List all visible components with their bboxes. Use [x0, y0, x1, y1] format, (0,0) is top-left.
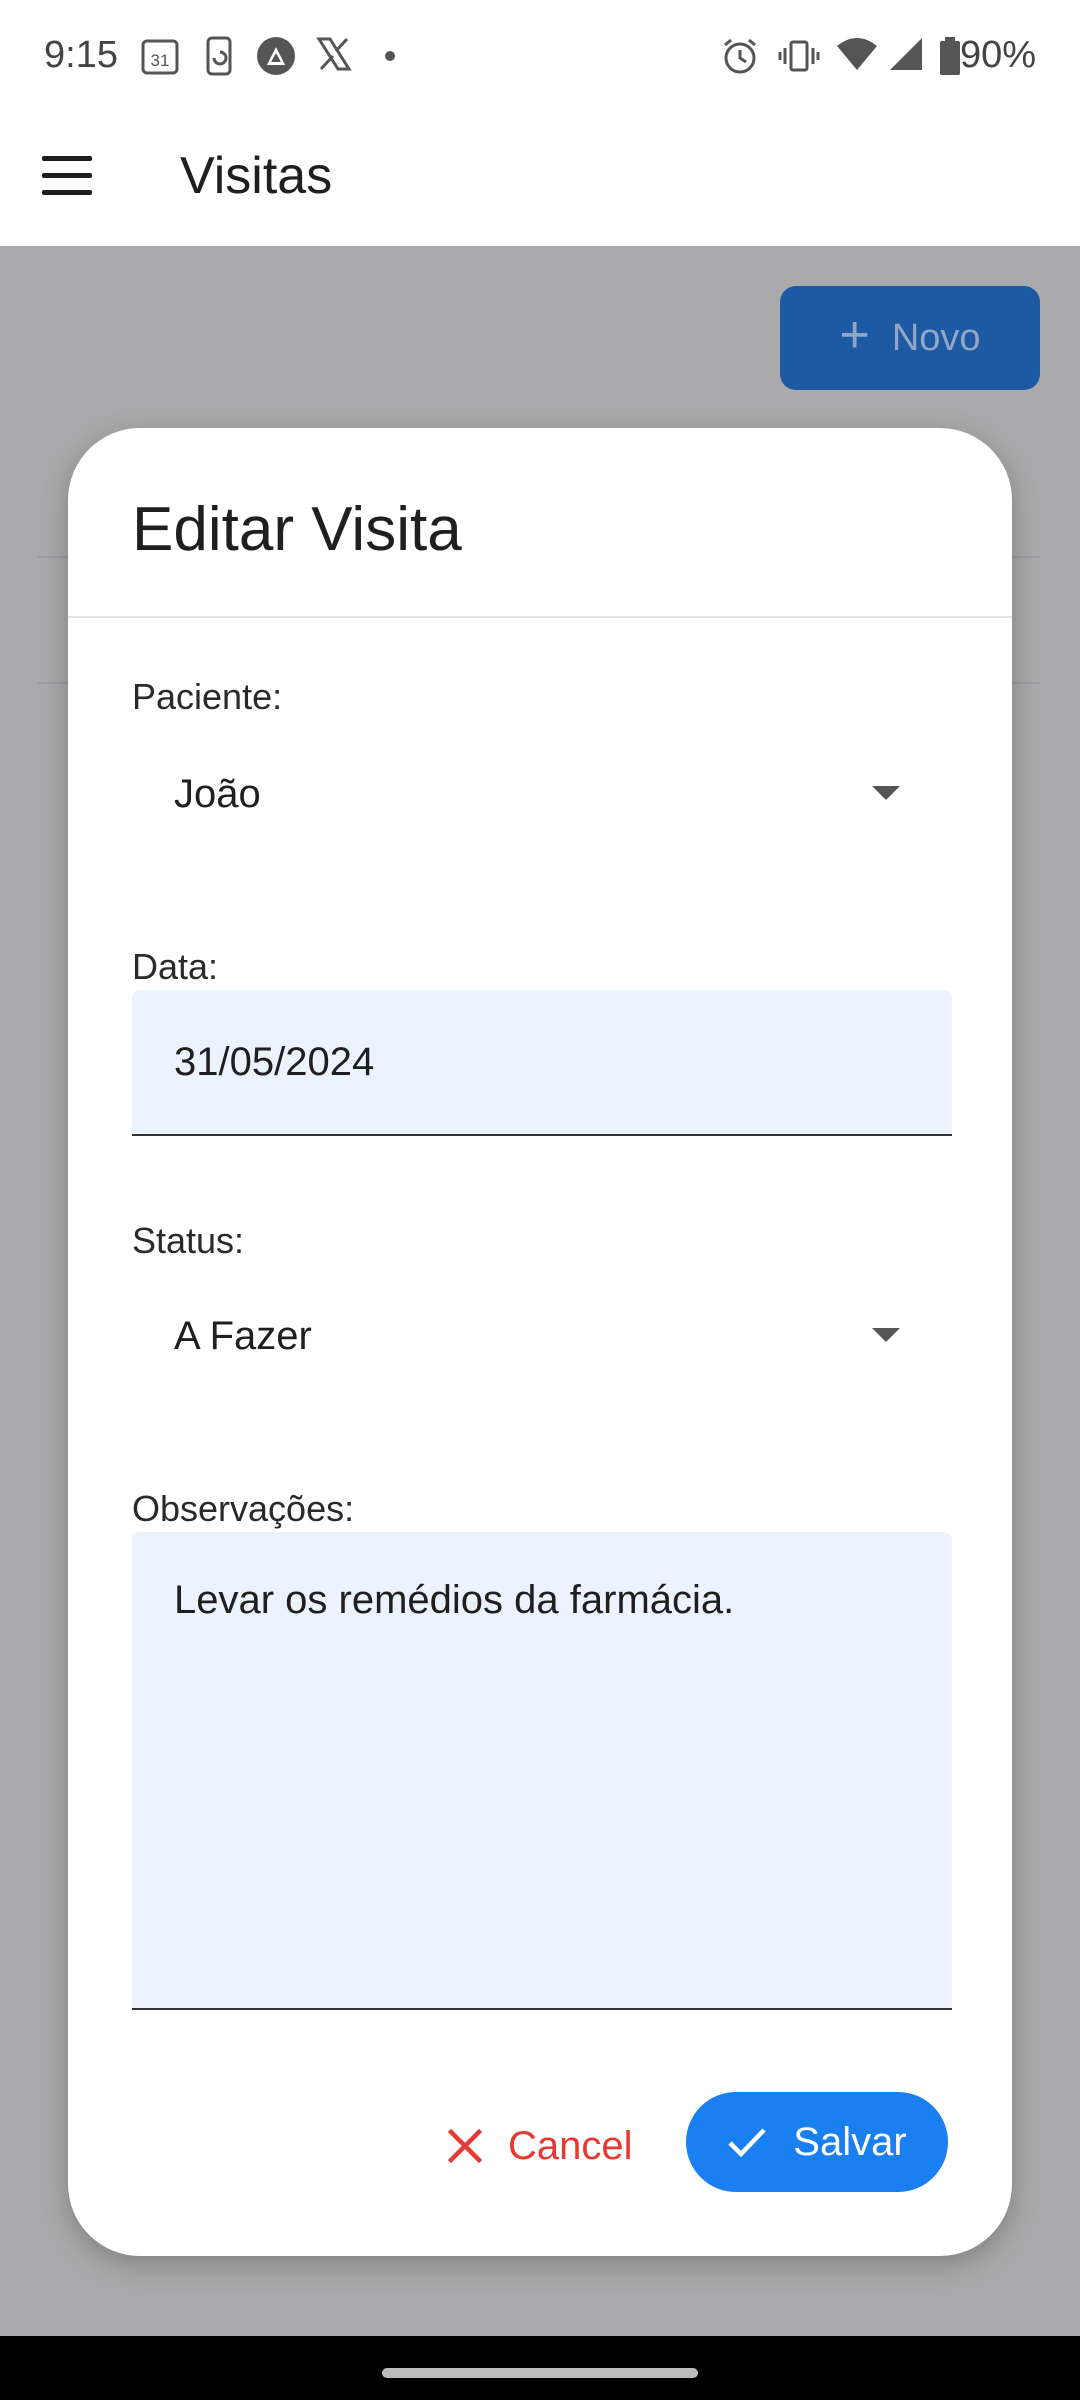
plus-icon: +: [839, 306, 870, 364]
cancel-button[interactable]: Cancel: [448, 2096, 678, 2196]
check-icon: [728, 2128, 766, 2158]
notes-textarea[interactable]: Levar os remédios da farmácia.: [132, 1532, 952, 2010]
status-time: 9:15: [44, 34, 118, 76]
notes-value: Levar os remédios da farmácia.: [174, 1578, 735, 1622]
edit-visit-dialog: Editar Visita Paciente: João Data: 31/05…: [68, 428, 1012, 2256]
signal-icon: [890, 38, 922, 70]
new-visit-button: + Novo: [780, 286, 1040, 390]
svg-text:31: 31: [151, 51, 170, 70]
dialog-divider: [68, 616, 1012, 618]
phone-sync-icon: [206, 36, 232, 76]
calendar-icon: 31: [141, 39, 179, 75]
battery-percent: 90%: [959, 34, 1036, 76]
patient-label: Paciente:: [132, 676, 283, 717]
wifi-icon: [837, 38, 877, 70]
new-visit-label: Novo: [891, 316, 981, 359]
status-label: Status:: [132, 1220, 245, 1261]
system-nav-bar: [0, 2336, 1080, 2400]
date-value: 31/05/2024: [174, 1040, 375, 1084]
save-label: Salvar: [793, 2119, 907, 2164]
hamburger-menu-icon[interactable]: [42, 156, 94, 196]
save-button[interactable]: Salvar: [686, 2092, 948, 2192]
status-value: A Fazer: [174, 1314, 312, 1358]
app-a-icon: [257, 37, 295, 75]
chevron-down-icon[interactable]: [872, 1328, 900, 1342]
vibrate-icon: [778, 40, 820, 72]
date-input[interactable]: 31/05/2024: [132, 990, 952, 1136]
notes-label: Observações:: [132, 1488, 355, 1529]
date-label: Data:: [132, 946, 219, 987]
cancel-label: Cancel: [508, 2123, 633, 2168]
dialog-title: Editar Visita: [132, 495, 462, 564]
status-bar: 9:15 31 90%: [0, 0, 1080, 116]
patient-value: João: [174, 772, 261, 816]
close-icon: [448, 2129, 482, 2163]
app-bar: Visitas: [0, 116, 1080, 246]
alarm-icon: [724, 38, 756, 74]
chevron-down-icon[interactable]: [872, 786, 900, 800]
dot-icon: [385, 51, 395, 61]
home-gesture-handle[interactable]: [382, 2368, 698, 2378]
x-logo-icon: [316, 37, 352, 71]
battery-icon: [940, 37, 960, 75]
page-title: Visitas: [180, 147, 333, 205]
